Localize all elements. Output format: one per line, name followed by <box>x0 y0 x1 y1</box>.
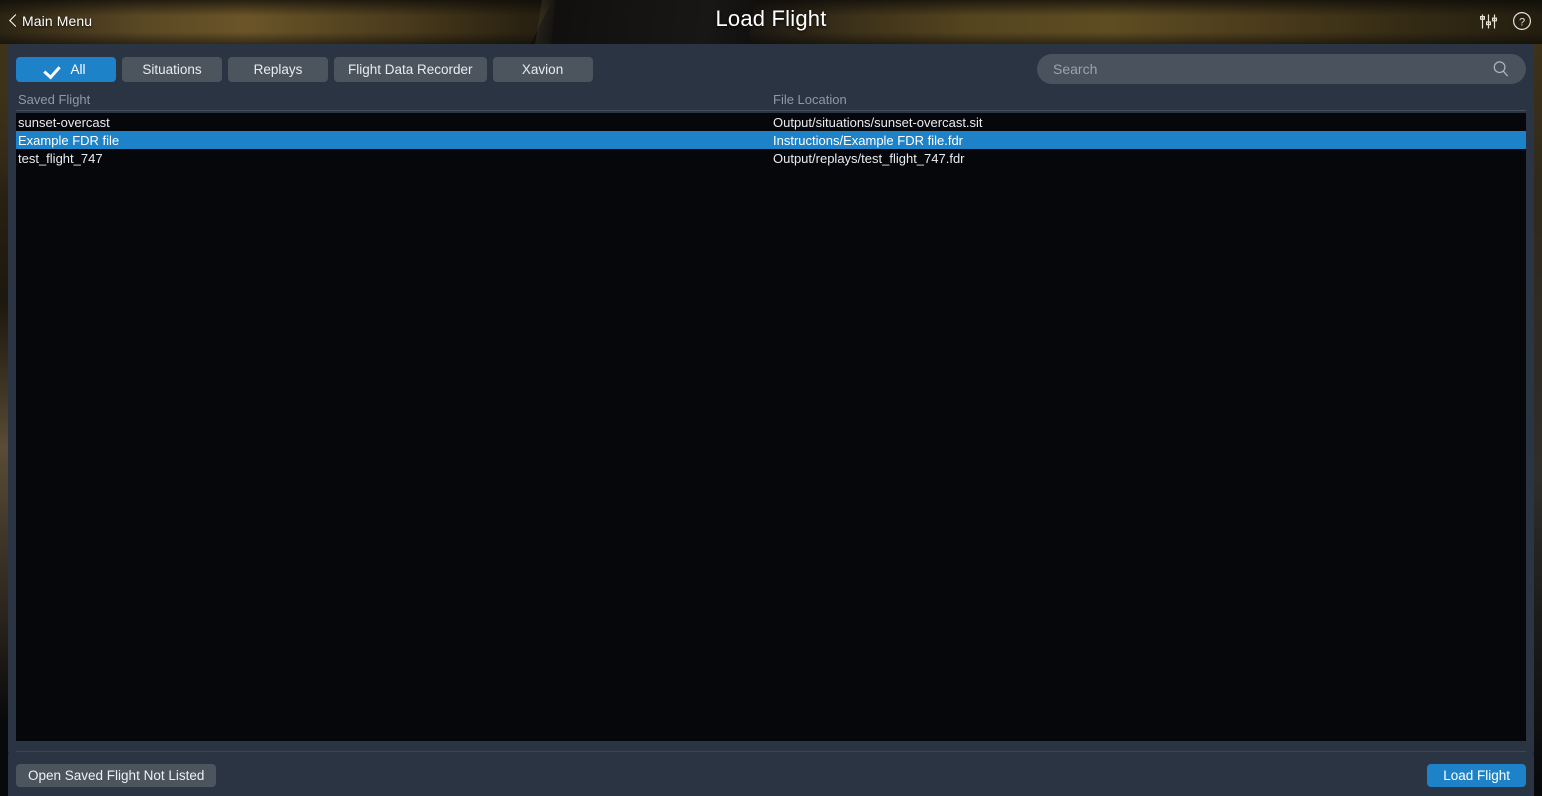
list-column-headers: Saved Flight File Location <box>16 92 1526 108</box>
load-flight-screen: Main Menu Load Flight ? All Situations R… <box>0 0 1542 796</box>
load-flight-button[interactable]: Load Flight <box>1427 764 1526 787</box>
tab-situations[interactable]: Situations <box>122 57 222 82</box>
page-title: Load Flight <box>715 6 827 31</box>
open-saved-flight-not-listed-button[interactable]: Open Saved Flight Not Listed <box>16 764 217 787</box>
tab-label: Xavion <box>521 62 564 77</box>
row-file-location: Output/replays/test_flight_747.fdr <box>773 150 965 166</box>
table-row[interactable]: sunset-overcast Output/situations/sunset… <box>16 113 1526 131</box>
tab-label: Flight Data Recorder <box>348 62 473 77</box>
footer-divider <box>16 751 1526 752</box>
svg-text:?: ? <box>1519 16 1525 28</box>
footer-bar: Open Saved Flight Not Listed Load Flight <box>8 754 1534 796</box>
content-panel: All Situations Replays Flight Data Recor… <box>8 44 1534 754</box>
row-file-location: Output/situations/sunset-overcast.sit <box>773 114 983 130</box>
tab-label: Situations <box>142 62 202 77</box>
question-circle-icon[interactable]: ? <box>1512 11 1532 31</box>
row-saved-flight-name: test_flight_747 <box>18 150 103 166</box>
table-row[interactable]: Example FDR file Instructions/Example FD… <box>16 131 1526 149</box>
sliders-icon[interactable] <box>1479 13 1498 30</box>
app-header: Main Menu Load Flight ? <box>0 0 1542 44</box>
tab-flight-data-recorder[interactable]: Flight Data Recorder <box>334 57 487 82</box>
table-row[interactable]: test_flight_747 Output/replays/test_flig… <box>16 149 1526 167</box>
column-header-saved-flight[interactable]: Saved Flight <box>18 92 90 107</box>
search-input[interactable] <box>1053 61 1492 77</box>
tab-label: All <box>70 62 86 77</box>
check-icon <box>46 64 62 76</box>
search-field[interactable] <box>1037 54 1526 84</box>
row-saved-flight-name: Example FDR file <box>18 132 120 148</box>
tab-label: Replays <box>253 62 303 77</box>
row-file-location: Instructions/Example FDR file.fdr <box>773 132 964 148</box>
filter-tabs: All Situations Replays Flight Data Recor… <box>16 57 593 82</box>
header-icon-group: ? <box>1479 11 1532 31</box>
row-saved-flight-name: sunset-overcast <box>18 114 110 130</box>
column-header-divider <box>16 110 1526 111</box>
tab-replays[interactable]: Replays <box>228 57 328 82</box>
tab-all[interactable]: All <box>16 57 116 82</box>
search-icon[interactable] <box>1492 60 1510 78</box>
tab-xavion[interactable]: Xavion <box>492 57 593 82</box>
column-header-file-location[interactable]: File Location <box>773 92 847 107</box>
saved-flight-list[interactable]: sunset-overcast Output/situations/sunset… <box>16 113 1526 741</box>
